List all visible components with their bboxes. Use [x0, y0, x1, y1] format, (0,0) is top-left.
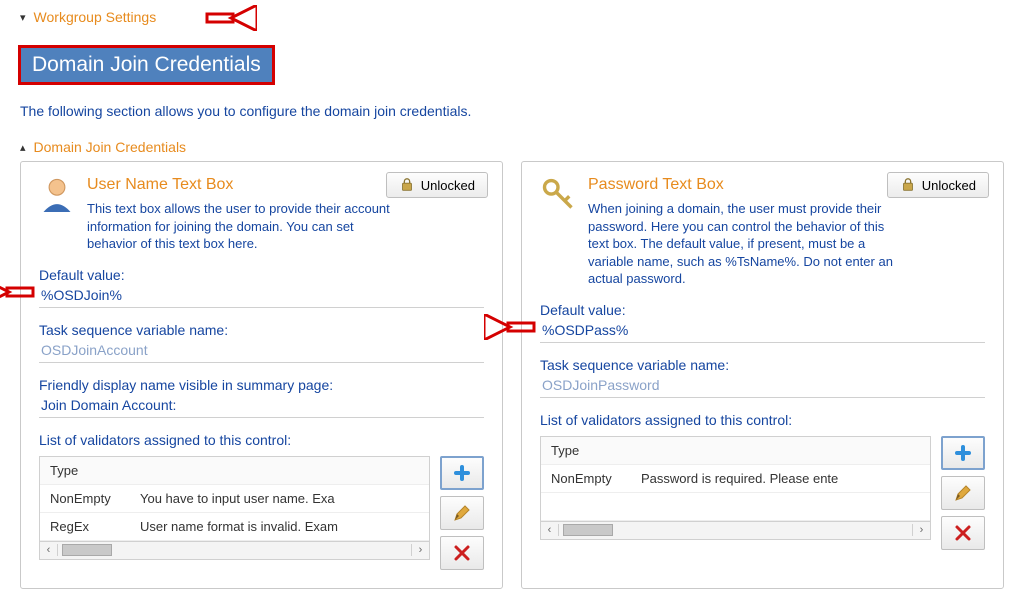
delete-validator-button[interactable]	[440, 536, 484, 570]
table-row[interactable]: NonEmptyPassword is required. Please ent…	[541, 464, 930, 492]
add-validator-button[interactable]	[440, 456, 484, 490]
section-intro: The following section allows you to conf…	[20, 103, 1004, 119]
lock-icon	[399, 177, 415, 193]
plus-icon	[953, 443, 973, 463]
add-validator-button[interactable]	[941, 436, 985, 470]
delete-validator-button[interactable]	[941, 516, 985, 550]
validators-label: List of validators assigned to this cont…	[540, 412, 985, 428]
annotation-arrow	[0, 279, 35, 305]
section-banner: Domain Join Credentials	[20, 47, 273, 83]
user-icon	[39, 176, 75, 212]
panel-title: User Name Text Box	[87, 176, 394, 194]
pencil-icon	[954, 484, 972, 502]
username-panel: Unlocked User Name Text Box This text bo…	[20, 161, 503, 589]
col-type: Type	[40, 457, 130, 485]
annotation-arrow	[205, 5, 257, 31]
panel-title: Password Text Box	[588, 176, 895, 194]
friendly-label: Friendly display name visible in summary…	[39, 377, 484, 393]
h-scrollbar[interactable]: ‹›	[541, 521, 930, 539]
pencil-icon	[453, 504, 471, 522]
caret-down-icon: ▾	[20, 11, 26, 24]
tsv-input[interactable]	[39, 338, 484, 363]
plus-icon	[452, 463, 472, 483]
validators-table[interactable]: Type NonEmptyYou have to input user name…	[39, 456, 430, 560]
default-value-label: Default value:	[540, 302, 985, 318]
col-type: Type	[541, 437, 631, 465]
default-value-label: Default value:	[39, 267, 484, 283]
tsv-label: Task sequence variable name:	[39, 322, 484, 338]
x-icon	[954, 524, 972, 542]
validators-table[interactable]: Type NonEmptyPassword is required. Pleas…	[540, 436, 931, 540]
table-row[interactable]: NonEmptyYou have to input user name. Exa	[40, 484, 429, 512]
default-value-input[interactable]	[540, 318, 985, 343]
table-row[interactable]: RegExUser name format is invalid. Exam	[40, 512, 429, 540]
edit-validator-button[interactable]	[941, 476, 985, 510]
friendly-input[interactable]	[39, 393, 484, 418]
keys-icon	[540, 176, 576, 212]
password-panel: Unlocked Password Text Box When joining …	[521, 161, 1004, 589]
panel-desc: This text box allows the user to provide…	[87, 200, 394, 253]
unlock-button[interactable]: Unlocked	[386, 172, 488, 198]
edit-validator-button[interactable]	[440, 496, 484, 530]
default-value-input[interactable]	[39, 283, 484, 308]
unlock-label: Unlocked	[421, 178, 475, 193]
caret-up-icon: ▴	[20, 141, 26, 154]
tsv-input[interactable]	[540, 373, 985, 398]
x-icon	[453, 544, 471, 562]
workgroup-settings-expander[interactable]: Workgroup Settings	[34, 9, 157, 25]
validators-label: List of validators assigned to this cont…	[39, 432, 484, 448]
domain-join-credentials-expander[interactable]: Domain Join Credentials	[34, 139, 187, 155]
unlock-button[interactable]: Unlocked	[887, 172, 989, 198]
lock-icon	[900, 177, 916, 193]
panel-desc: When joining a domain, the user must pro…	[588, 200, 895, 288]
h-scrollbar[interactable]: ‹›	[40, 541, 429, 559]
tsv-label: Task sequence variable name:	[540, 357, 985, 373]
unlock-label: Unlocked	[922, 178, 976, 193]
